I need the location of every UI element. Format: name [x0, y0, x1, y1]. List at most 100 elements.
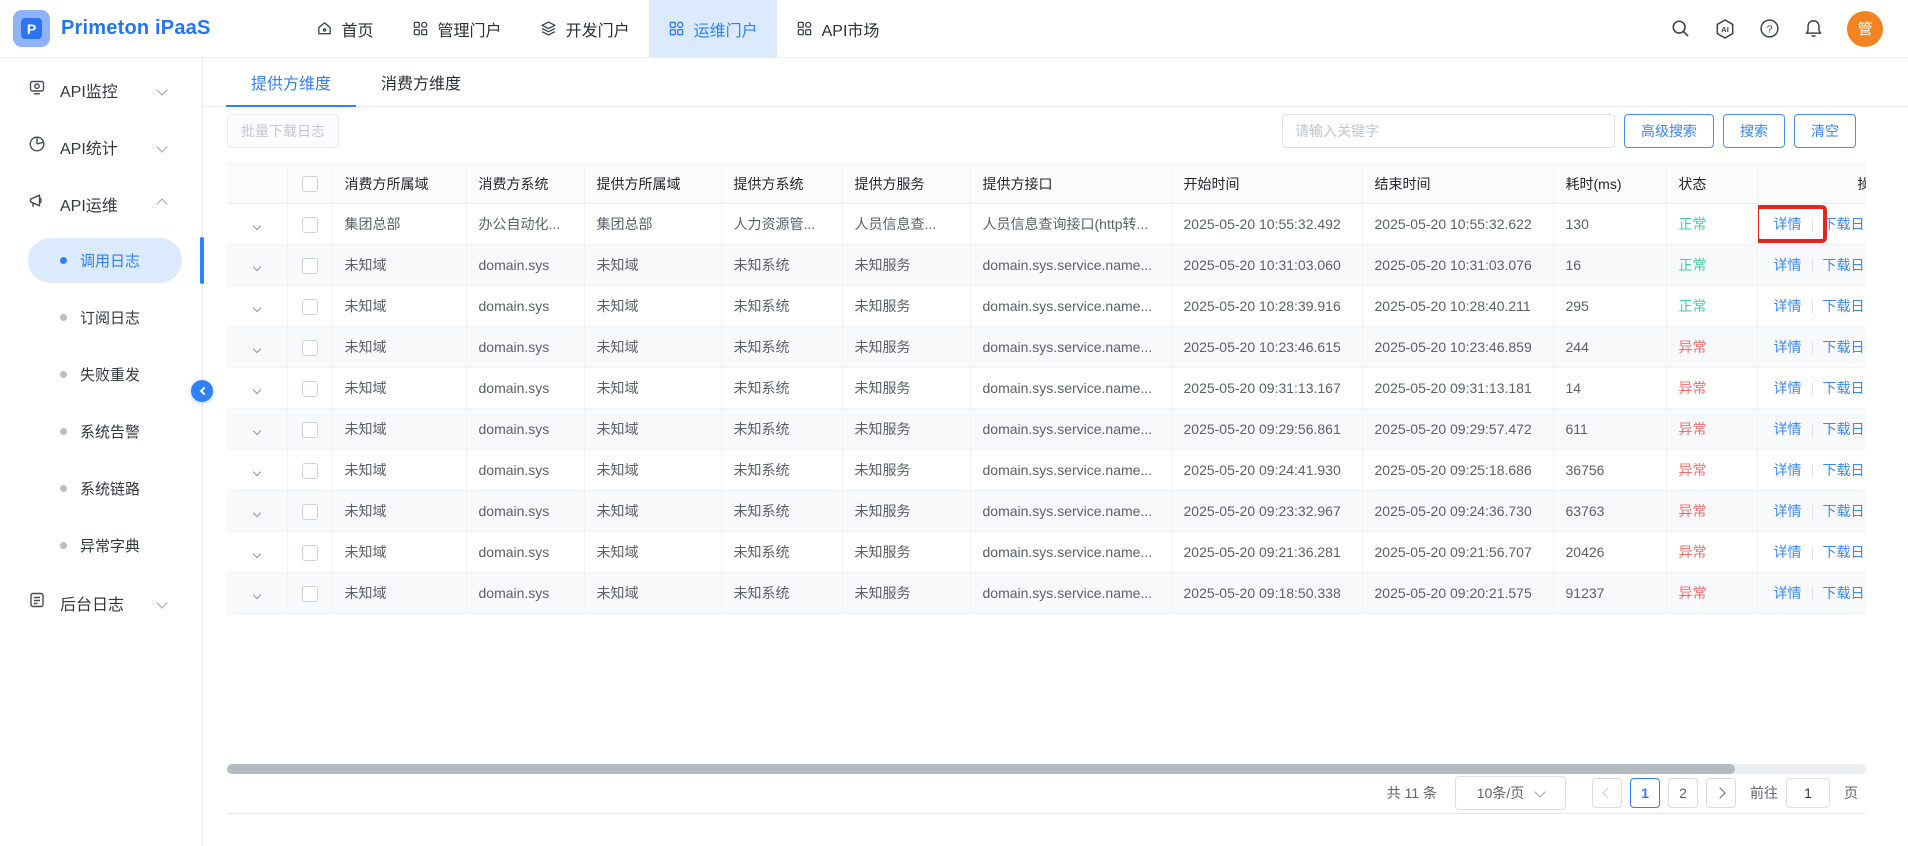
- row-checkbox[interactable]: [302, 422, 318, 438]
- sidebar-item-system-alert[interactable]: 系统告警: [0, 403, 202, 460]
- download-log-link[interactable]: 下载日: [1823, 462, 1865, 478]
- row-expand-icon[interactable]: [253, 591, 261, 599]
- sidebar-item-api-ops[interactable]: API运维: [0, 175, 202, 232]
- next-page-button[interactable]: [1706, 778, 1736, 808]
- row-expand-icon[interactable]: [253, 427, 261, 435]
- cell-consumer-system: domain.sys: [466, 368, 584, 409]
- toolbar: 批量下载日志 高级搜索 搜索 清空: [227, 107, 1866, 155]
- advanced-search-button[interactable]: 高级搜索: [1624, 114, 1714, 148]
- cell-consumer-domain: 未知域: [332, 286, 466, 327]
- cell-provider-service: 人员信息查...: [842, 204, 970, 245]
- prev-page-button[interactable]: [1592, 778, 1622, 808]
- column-header: 提供方所属域: [584, 164, 721, 204]
- detail-link[interactable]: 详情: [1774, 544, 1802, 560]
- detail-link[interactable]: 详情: [1774, 462, 1802, 478]
- download-log-link[interactable]: 下载日: [1823, 339, 1865, 355]
- search-icon[interactable]: [1670, 18, 1691, 39]
- detail-link[interactable]: 详情: [1774, 216, 1802, 232]
- detail-link[interactable]: 详情: [1774, 585, 1802, 601]
- download-log-link[interactable]: 下载日: [1823, 585, 1865, 601]
- sidebar-item-system-trace[interactable]: 系统链路: [0, 460, 202, 517]
- row-expand-icon[interactable]: [253, 263, 261, 271]
- sidebar-item-backend-log[interactable]: 后台日志: [0, 574, 202, 631]
- avatar[interactable]: 管: [1847, 11, 1883, 47]
- nav-item-api-market[interactable]: API市场: [777, 0, 899, 58]
- table-row: 未知域 domain.sys 未知域 未知系统 未知服务 domain.sys.…: [227, 286, 1866, 327]
- row-checkbox[interactable]: [302, 586, 318, 602]
- keyword-search-input[interactable]: [1282, 114, 1615, 148]
- tab-label: 消费方维度: [381, 70, 461, 94]
- table-row: 未知域 domain.sys 未知域 未知系统 未知服务 domain.sys.…: [227, 532, 1866, 573]
- download-log-link[interactable]: 下载日: [1823, 503, 1865, 519]
- row-checkbox[interactable]: [302, 299, 318, 315]
- layers-icon: [540, 20, 557, 37]
- download-log-link[interactable]: 下载日: [1823, 380, 1865, 396]
- status-badge: 异常: [1666, 450, 1757, 491]
- cell-end-time: 2025-05-20 10:31:03.076: [1362, 245, 1553, 286]
- sidebar-item-label: API运维: [60, 192, 118, 216]
- batch-download-button[interactable]: 批量下载日志: [227, 114, 339, 148]
- download-log-link[interactable]: 下载日: [1823, 257, 1865, 273]
- row-checkbox[interactable]: [302, 340, 318, 356]
- chevron-down-icon: [158, 138, 166, 156]
- select-all-checkbox[interactable]: [302, 176, 318, 192]
- sidebar-item-api-stats[interactable]: API统计: [0, 118, 202, 175]
- sidebar-item-subscribe-log[interactable]: 订阅日志: [0, 289, 202, 346]
- row-expand-icon[interactable]: [253, 468, 261, 476]
- download-log-link[interactable]: 下载日: [1823, 298, 1865, 314]
- row-checkbox[interactable]: [302, 545, 318, 561]
- nav-item-dev-portal[interactable]: 开发门户: [521, 0, 649, 58]
- action-divider: [1812, 259, 1813, 273]
- download-log-link[interactable]: 下载日: [1823, 544, 1865, 560]
- detail-link[interactable]: 详情: [1774, 298, 1802, 314]
- nav-item-home[interactable]: 首页: [297, 0, 393, 58]
- row-checkbox[interactable]: [302, 217, 318, 233]
- detail-link[interactable]: 详情: [1774, 421, 1802, 437]
- scrollbar-thumb[interactable]: [227, 764, 1735, 774]
- row-expand-icon[interactable]: [253, 509, 261, 517]
- row-expand-icon[interactable]: [253, 304, 261, 312]
- cell-consumer-system: domain.sys: [466, 532, 584, 573]
- detail-link[interactable]: 详情: [1774, 380, 1802, 396]
- page-button-2[interactable]: 2: [1668, 778, 1698, 808]
- sidebar-item-exception-dict[interactable]: 异常字典: [0, 517, 202, 574]
- detail-link[interactable]: 详情: [1774, 503, 1802, 519]
- cell-provider-api: 人员信息查询接口(http转...: [970, 204, 1171, 245]
- sidebar-item-fail-retry[interactable]: 失败重发: [0, 346, 202, 403]
- detail-link[interactable]: 详情: [1774, 257, 1802, 273]
- row-expand-icon[interactable]: [253, 550, 261, 558]
- cell-provider-system: 未知系统: [721, 368, 842, 409]
- search-button[interactable]: 搜索: [1723, 114, 1785, 148]
- row-checkbox[interactable]: [302, 381, 318, 397]
- row-expand-icon[interactable]: [253, 345, 261, 353]
- help-icon[interactable]: ?: [1759, 18, 1780, 39]
- download-log-link[interactable]: 下载日: [1823, 216, 1865, 232]
- sidebar-item-api-monitor[interactable]: API监控: [0, 61, 202, 118]
- ai-assistant-icon[interactable]: AI: [1714, 18, 1736, 40]
- row-checkbox[interactable]: [302, 504, 318, 520]
- nav-item-label: 运维门户: [694, 17, 758, 41]
- tab-consumer-dimension[interactable]: 消费方维度: [356, 58, 486, 106]
- row-checkbox[interactable]: [302, 463, 318, 479]
- sidebar-collapse-button[interactable]: [191, 380, 213, 402]
- bell-icon[interactable]: [1803, 18, 1824, 39]
- page-button-1[interactable]: 1: [1630, 778, 1660, 808]
- nav-item-admin-portal[interactable]: 管理门户: [393, 0, 521, 58]
- cell-end-time: 2025-05-20 09:29:57.472: [1362, 409, 1553, 450]
- row-expand-icon[interactable]: [253, 386, 261, 394]
- page-size-select[interactable]: 10条/页: [1455, 776, 1566, 810]
- tab-provider-dimension[interactable]: 提供方维度: [226, 58, 356, 106]
- row-expand-icon[interactable]: [253, 222, 261, 230]
- cell-provider-system: 未知系统: [721, 409, 842, 450]
- download-log-link[interactable]: 下载日: [1823, 421, 1865, 437]
- action-divider: [1812, 505, 1813, 519]
- home-icon: [316, 20, 333, 37]
- detail-link[interactable]: 详情: [1774, 339, 1802, 355]
- nav-item-ops-portal[interactable]: 运维门户: [649, 0, 777, 58]
- goto-page-input[interactable]: [1786, 778, 1830, 808]
- sidebar-subitem-label: 失败重发: [80, 364, 140, 385]
- row-checkbox[interactable]: [302, 258, 318, 274]
- apps-icon: [668, 20, 685, 37]
- clear-button[interactable]: 清空: [1794, 114, 1856, 148]
- sidebar-item-call-log[interactable]: 调用日志: [0, 232, 202, 289]
